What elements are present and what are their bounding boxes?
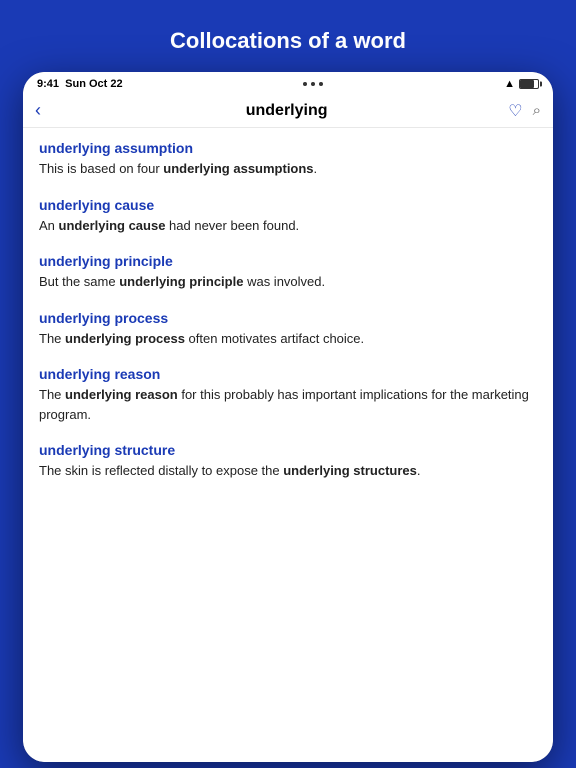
heart-button[interactable]: ♡ bbox=[508, 101, 522, 121]
device-screen: 9:41 Sun Oct 22 ▲ ‹ underlying ♡ ⌕ bbox=[23, 72, 553, 762]
collocation-title-cause[interactable]: underlying cause bbox=[39, 197, 537, 213]
nav-actions: ♡ ⌕ bbox=[508, 101, 541, 121]
collocation-title-reason[interactable]: underlying reason bbox=[39, 366, 537, 382]
wifi-icon: ▲ bbox=[504, 78, 515, 90]
collocation-example-cause: An underlying cause had never been found… bbox=[39, 216, 537, 236]
status-right: ▲ bbox=[504, 78, 539, 90]
status-dot-2 bbox=[311, 82, 315, 86]
list-item: underlying cause An underlying cause had … bbox=[39, 197, 537, 236]
nav-bar: ‹ underlying ♡ ⌕ bbox=[23, 94, 553, 128]
status-time: 9:41 Sun Oct 22 bbox=[37, 78, 123, 90]
battery-icon bbox=[519, 79, 539, 89]
back-button[interactable]: ‹ bbox=[35, 100, 65, 121]
status-dot-1 bbox=[303, 82, 307, 86]
collocation-title-principle[interactable]: underlying principle bbox=[39, 253, 537, 269]
nav-search-word: underlying bbox=[65, 102, 508, 120]
list-item: underlying reason The underlying reason f… bbox=[39, 366, 537, 424]
collocation-title-structure[interactable]: underlying structure bbox=[39, 442, 537, 458]
collocation-example-process: The underlying process often motivates a… bbox=[39, 329, 537, 349]
list-item: underlying principle But the same underly… bbox=[39, 253, 537, 292]
collocation-example-principle: But the same underlying principle was in… bbox=[39, 272, 537, 292]
device-frame: 9:41 Sun Oct 22 ▲ ‹ underlying ♡ ⌕ bbox=[23, 72, 553, 762]
search-button[interactable]: ⌕ bbox=[533, 102, 541, 119]
status-dot-3 bbox=[319, 82, 323, 86]
list-item: underlying assumption This is based on fo… bbox=[39, 140, 537, 179]
page-title: Collocations of a word bbox=[170, 28, 406, 54]
collocations-list: underlying assumption This is based on fo… bbox=[23, 128, 553, 762]
list-item: underlying process The underlying process… bbox=[39, 310, 537, 349]
list-item: underlying structure The skin is reflecte… bbox=[39, 442, 537, 481]
collocation-title-process[interactable]: underlying process bbox=[39, 310, 537, 326]
status-center bbox=[303, 82, 323, 86]
collocation-example-structure: The skin is reflected distally to expose… bbox=[39, 461, 537, 481]
status-bar: 9:41 Sun Oct 22 ▲ bbox=[23, 72, 553, 94]
collocation-example-reason: The underlying reason for this probably … bbox=[39, 385, 537, 424]
collocation-example-assumption: This is based on four underlying assumpt… bbox=[39, 159, 537, 179]
collocation-title-assumption[interactable]: underlying assumption bbox=[39, 140, 537, 156]
